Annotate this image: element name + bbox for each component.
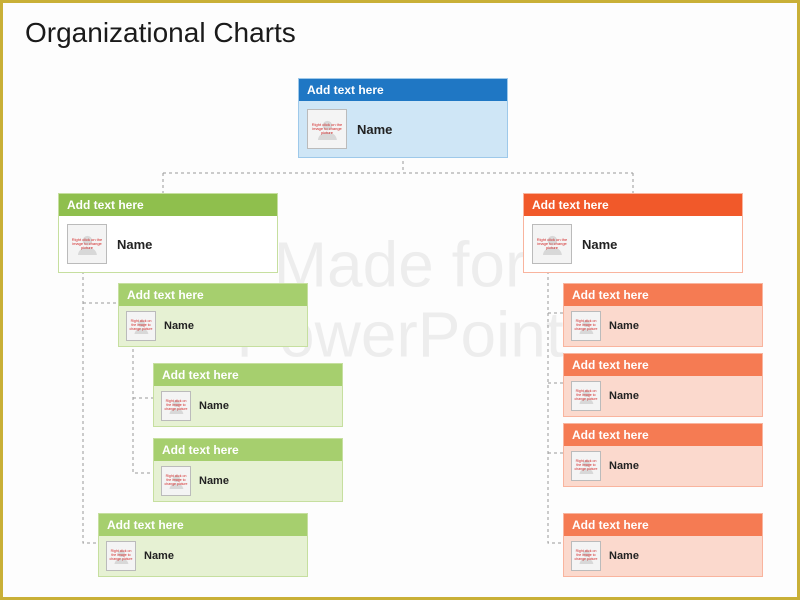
orgnode-header: Add text here xyxy=(564,284,762,306)
slide-frame: Organizational Charts Made forPowerPoint… xyxy=(0,0,800,600)
orgnode-top[interactable]: Add text here Right click on the image t… xyxy=(298,78,508,158)
avatar-placeholder[interactable]: Right click on the image to change pictu… xyxy=(161,466,191,496)
avatar-placeholder[interactable]: Right click on the image to change pictu… xyxy=(571,311,601,341)
orgnode-name: Name xyxy=(609,550,639,562)
orgnode-header: Add text here xyxy=(154,364,342,386)
orgnode-name: Name xyxy=(199,475,229,487)
orgnode-right-child-0[interactable]: Add text here Right click on the image t… xyxy=(563,283,763,347)
orgnode-name: Name xyxy=(609,320,639,332)
avatar-placeholder[interactable]: Right click on the image to change pictu… xyxy=(571,451,601,481)
orgnode-left-grandchild-0[interactable]: Add text here Right click on the image t… xyxy=(153,363,343,427)
orgnode-header: Add text here xyxy=(564,514,762,536)
orgnode-right-child-1[interactable]: Add text here Right click on the image t… xyxy=(563,353,763,417)
orgnode-name: Name xyxy=(164,320,194,332)
orgnode-name: Name xyxy=(117,237,152,252)
orgnode-left-child-0[interactable]: Add text here Right click on the image t… xyxy=(118,283,308,347)
orgnode-header: Add text here xyxy=(564,354,762,376)
orgnode-header: Add text here xyxy=(99,514,307,536)
orgnode-header: Add text here xyxy=(59,194,277,216)
avatar-placeholder[interactable]: Right click on the image to change pictu… xyxy=(67,224,107,264)
orgnode-right-child-3[interactable]: Add text here Right click on the image t… xyxy=(563,513,763,577)
avatar-placeholder[interactable]: Right click on the image to change pictu… xyxy=(161,391,191,421)
orgnode-right-child-2[interactable]: Add text here Right click on the image t… xyxy=(563,423,763,487)
avatar-placeholder[interactable]: Right click on the image to change pictu… xyxy=(571,541,601,571)
orgnode-name: Name xyxy=(609,390,639,402)
orgnode-left[interactable]: Add text here Right click on the image t… xyxy=(58,193,278,273)
orgnode-left-child-1[interactable]: Add text here Right click on the image t… xyxy=(98,513,308,577)
orgnode-name: Name xyxy=(609,460,639,472)
orgnode-left-grandchild-1[interactable]: Add text here Right click on the image t… xyxy=(153,438,343,502)
orgnode-header: Add text here xyxy=(524,194,742,216)
orgnode-header: Add text here xyxy=(119,284,307,306)
orgnode-name: Name xyxy=(199,400,229,412)
orgnode-header: Add text here xyxy=(299,79,507,101)
page-title: Organizational Charts xyxy=(25,17,296,49)
avatar-placeholder[interactable]: Right click on the image to change pictu… xyxy=(126,311,156,341)
orgnode-name: Name xyxy=(144,550,174,562)
avatar-placeholder[interactable]: Right click on the image to change pictu… xyxy=(307,109,347,149)
orgnode-name: Name xyxy=(582,237,617,252)
orgnode-header: Add text here xyxy=(154,439,342,461)
orgnode-name: Name xyxy=(357,122,392,137)
orgnode-right[interactable]: Add text here Right click on the image t… xyxy=(523,193,743,273)
orgnode-header: Add text here xyxy=(564,424,762,446)
avatar-placeholder[interactable]: Right click on the image to change pictu… xyxy=(106,541,136,571)
avatar-placeholder[interactable]: Right click on the image to change pictu… xyxy=(571,381,601,411)
avatar-placeholder[interactable]: Right click on the image to change pictu… xyxy=(532,224,572,264)
